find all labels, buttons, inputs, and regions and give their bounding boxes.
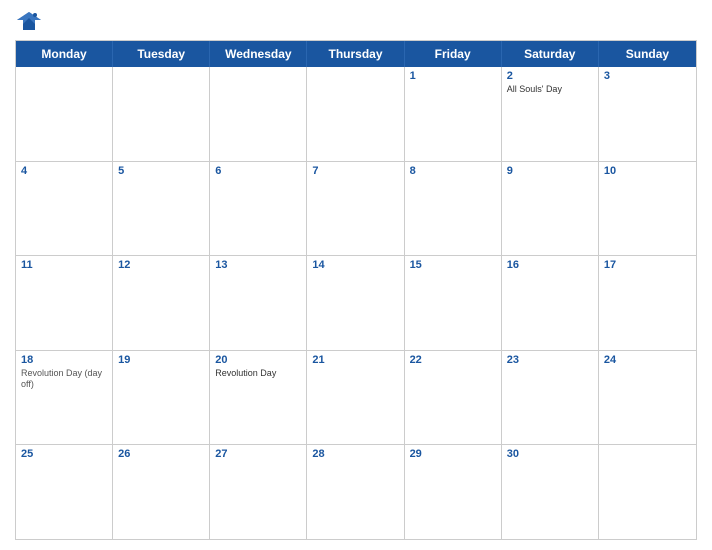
day-cell-23: 23 [502, 351, 599, 445]
logo [15, 10, 47, 32]
day-cell-17: 17 [599, 256, 696, 350]
day-number: 24 [604, 354, 691, 366]
day-event: Revolution Day [215, 368, 301, 380]
day-number: 10 [604, 165, 691, 177]
day-cell-15: 15 [405, 256, 502, 350]
day-number: 27 [215, 448, 301, 460]
day-number: 17 [604, 259, 691, 271]
day-number: 20 [215, 354, 301, 366]
day-cell-9: 9 [502, 162, 599, 256]
calendar-body: 12All Souls' Day345678910111213141516171… [16, 67, 696, 539]
day-number: 21 [312, 354, 398, 366]
day-cell-10: 10 [599, 162, 696, 256]
day-cell-13: 13 [210, 256, 307, 350]
day-number: 22 [410, 354, 496, 366]
day-number: 1 [410, 70, 496, 82]
day-cell-25: 25 [16, 445, 113, 539]
day-number: 15 [410, 259, 496, 271]
day-cell-24: 24 [599, 351, 696, 445]
day-cell-18: 18 Revolution Day (day off) [16, 351, 113, 445]
day-number: 11 [21, 259, 107, 271]
day-number: 7 [312, 165, 398, 177]
day-number: 14 [312, 259, 398, 271]
weekday-header-friday: Friday [405, 41, 502, 67]
weekday-header-monday: Monday [16, 41, 113, 67]
day-event: All Souls' Day [507, 84, 593, 96]
day-cell-empty [113, 67, 210, 161]
day-number: 25 [21, 448, 107, 460]
day-number: 16 [507, 259, 593, 271]
day-cell-empty [599, 445, 696, 539]
day-number: 29 [410, 448, 496, 460]
day-number: 6 [215, 165, 301, 177]
day-number: 3 [604, 70, 691, 82]
day-cell-19: 19 [113, 351, 210, 445]
day-number: 13 [215, 259, 301, 271]
week-row-1: 12 All Souls' Day 3 [16, 67, 696, 162]
week-row-5: 25 26 27 28 29 30 [16, 445, 696, 539]
week-row-4: 18 Revolution Day (day off) 19 20 Revolution… [16, 351, 696, 446]
day-cell-5: 5 [113, 162, 210, 256]
day-cell-4: 4 [16, 162, 113, 256]
day-cell-6: 6 [210, 162, 307, 256]
day-cell-30: 30 [502, 445, 599, 539]
day-cell-empty [16, 67, 113, 161]
calendar-grid: MondayTuesdayWednesdayThursdayFridaySatu… [15, 40, 697, 540]
day-number: 8 [410, 165, 496, 177]
weekday-header-saturday: Saturday [502, 41, 599, 67]
weekday-header-wednesday: Wednesday [210, 41, 307, 67]
weekday-header-tuesday: Tuesday [113, 41, 210, 67]
day-cell-16: 16 [502, 256, 599, 350]
day-cell-7: 7 [307, 162, 404, 256]
day-cell-8: 8 [405, 162, 502, 256]
day-number: 4 [21, 165, 107, 177]
day-number: 19 [118, 354, 204, 366]
day-number: 18 [21, 354, 107, 366]
day-cell-empty [307, 67, 404, 161]
day-cell-21: 21 [307, 351, 404, 445]
day-cell-22: 22 [405, 351, 502, 445]
day-number: 30 [507, 448, 593, 460]
day-cell-2: 2 All Souls' Day [502, 67, 599, 161]
weekday-header-row: MondayTuesdayWednesdayThursdayFridaySatu… [16, 41, 696, 67]
day-cell-29: 29 [405, 445, 502, 539]
week-row-2: 456789 10 [16, 162, 696, 257]
day-cell-20: 20 Revolution Day [210, 351, 307, 445]
weekday-header-thursday: Thursday [307, 41, 404, 67]
day-number: 2 [507, 70, 593, 82]
day-event: Revolution Day (day off) [21, 368, 107, 391]
day-number: 5 [118, 165, 204, 177]
day-number: 26 [118, 448, 204, 460]
day-number: 23 [507, 354, 593, 366]
header [15, 10, 697, 32]
day-cell-26: 26 [113, 445, 210, 539]
day-cell-11: 11 [16, 256, 113, 350]
day-cell-3: 3 [599, 67, 696, 161]
day-number: 28 [312, 448, 398, 460]
day-cell-1: 1 [405, 67, 502, 161]
logo-bird-icon [15, 10, 43, 32]
day-cell-28: 28 [307, 445, 404, 539]
day-number: 9 [507, 165, 593, 177]
day-number: 12 [118, 259, 204, 271]
day-cell-12: 12 [113, 256, 210, 350]
day-cell-27: 27 [210, 445, 307, 539]
week-row-3: 11 12 13 14 15 16 17 [16, 256, 696, 351]
calendar-page: MondayTuesdayWednesdayThursdayFridaySatu… [0, 0, 712, 550]
weekday-header-sunday: Sunday [599, 41, 696, 67]
day-cell-empty [210, 67, 307, 161]
day-cell-14: 14 [307, 256, 404, 350]
